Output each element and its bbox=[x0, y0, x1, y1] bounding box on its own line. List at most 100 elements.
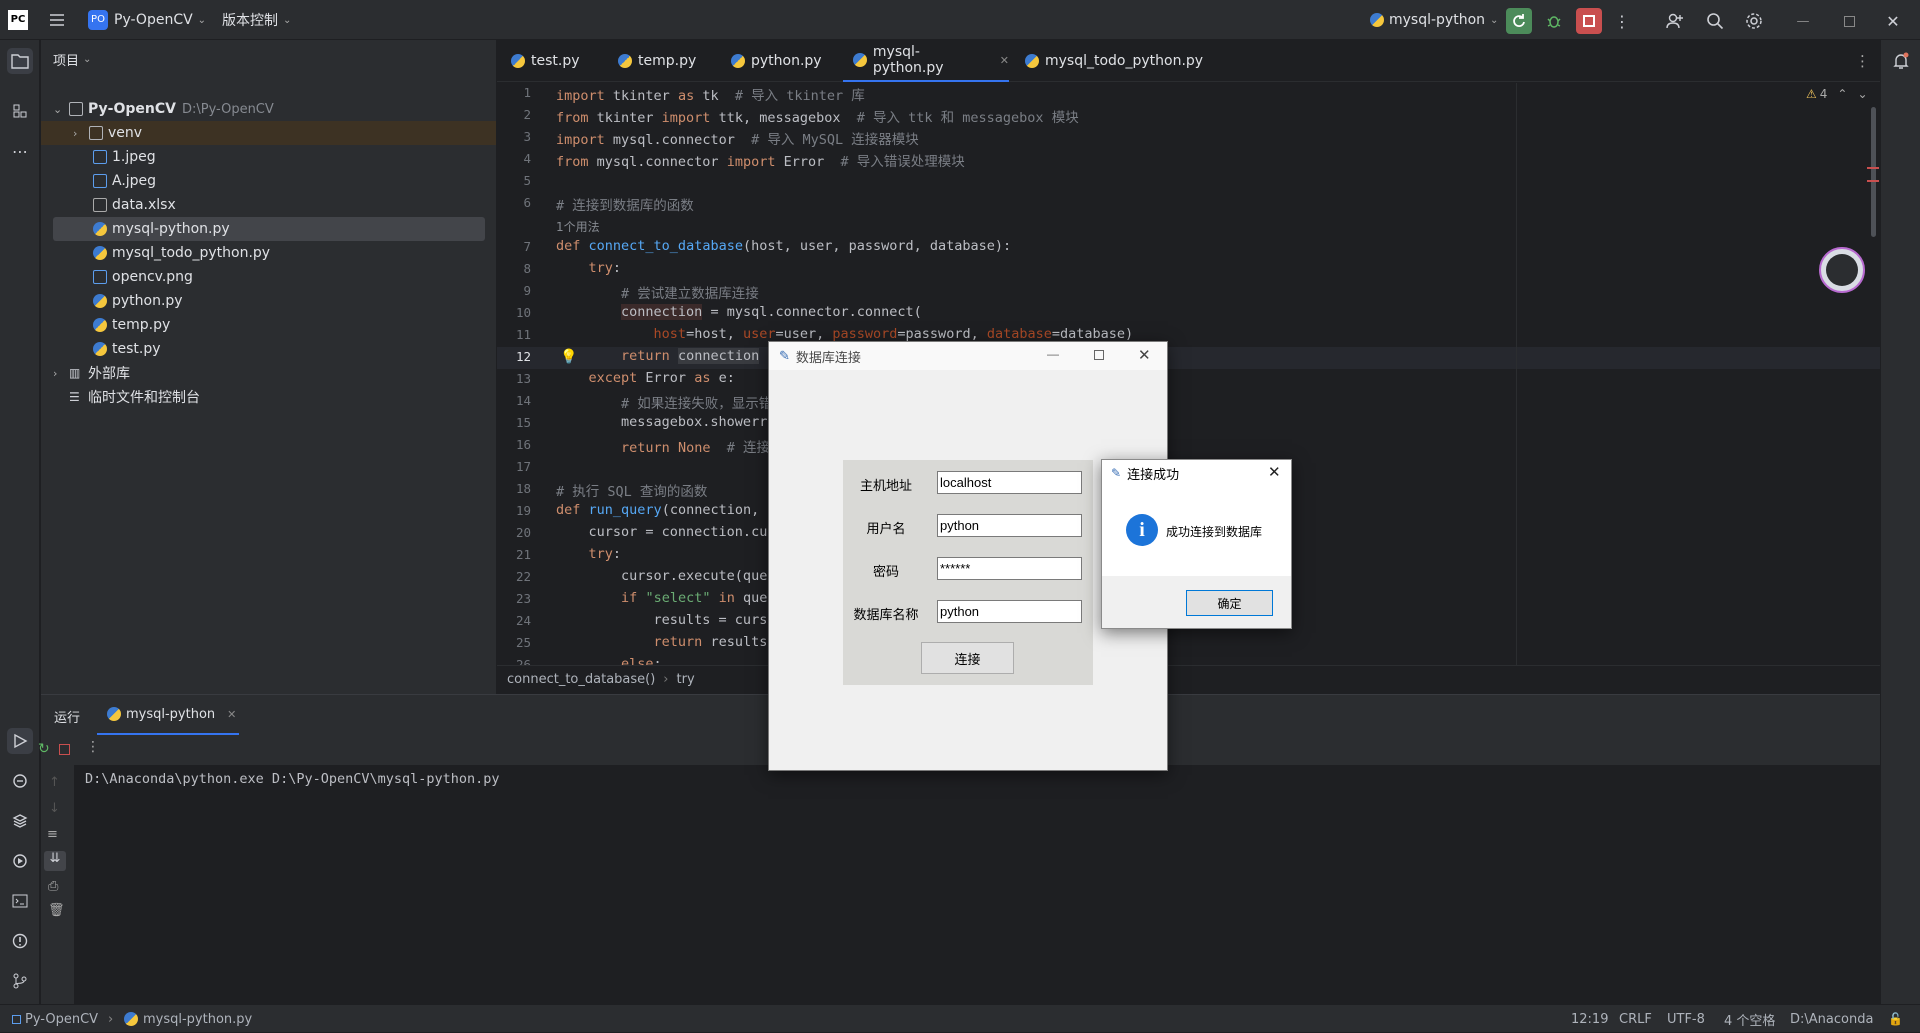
close-window-button[interactable]: ✕ bbox=[1880, 8, 1906, 34]
run-tool-button[interactable] bbox=[7, 728, 33, 754]
python-console-icon bbox=[13, 774, 27, 788]
file-encoding[interactable]: UTF-8 bbox=[1667, 1005, 1705, 1033]
tree-item-test-py[interactable]: test.py bbox=[53, 337, 485, 361]
python-file-icon bbox=[93, 342, 107, 356]
inspection-widget[interactable]: ⚠ 4 ⌃ ⌄ bbox=[1806, 87, 1868, 101]
rerun-button[interactable] bbox=[1506, 8, 1532, 34]
lightbulb-icon[interactable]: 💡 bbox=[560, 349, 577, 365]
vertical-dots-icon: ⋮ bbox=[1614, 11, 1630, 31]
trash-icon[interactable]: 🗑 bbox=[48, 903, 65, 918]
minimize-icon[interactable]: — bbox=[1047, 347, 1059, 361]
scroll-to-end-icon[interactable]: ⇊ bbox=[44, 851, 66, 871]
editor-scrollbar[interactable] bbox=[1871, 107, 1876, 237]
password-input[interactable] bbox=[937, 557, 1082, 580]
tree-root[interactable]: ⌄ Py-OpenCV D:\Py-OpenCV bbox=[53, 97, 485, 121]
debug-button[interactable] bbox=[1541, 8, 1567, 34]
search-button[interactable] bbox=[1702, 8, 1728, 34]
code-line: def run_query(connection, q bbox=[556, 502, 776, 518]
tree-item-scratches[interactable]: ☰ 临时文件和控制台 bbox=[53, 385, 485, 409]
python-file-icon bbox=[93, 222, 107, 236]
tree-item-venv[interactable]: › venv bbox=[41, 121, 496, 145]
tree-item-temp-py[interactable]: temp.py bbox=[53, 313, 485, 337]
add-user-button[interactable] bbox=[1662, 8, 1688, 34]
more-tools-button[interactable]: ⋯ bbox=[7, 138, 33, 164]
usage-hint[interactable]: 1个用法 bbox=[556, 218, 600, 235]
vertical-dots-icon[interactable]: ⋮ bbox=[86, 739, 100, 755]
project-selector[interactable]: PO Py-OpenCV ⌄ bbox=[88, 0, 206, 40]
stop-button[interactable] bbox=[1576, 8, 1602, 34]
maximize-icon[interactable] bbox=[1094, 350, 1104, 360]
close-icon[interactable]: ✕ bbox=[227, 708, 236, 721]
python-file-icon bbox=[1025, 54, 1039, 68]
vcs-menu[interactable]: 版本控制 ⌄ bbox=[222, 0, 291, 40]
layers-tool-button[interactable] bbox=[7, 808, 33, 834]
tree-item-mysql-todo-python[interactable]: mysql_todo_python.py bbox=[53, 241, 485, 265]
tab-test-py[interactable]: test.py bbox=[511, 40, 580, 82]
tabs-more-button[interactable]: ⋮ bbox=[1855, 40, 1870, 82]
project-tool-button[interactable] bbox=[7, 48, 33, 74]
tree-item-opencv-png[interactable]: opencv.png bbox=[53, 265, 485, 289]
settings-button[interactable] bbox=[1741, 8, 1767, 34]
services-tool-button[interactable] bbox=[7, 848, 33, 874]
breadcrumb-item[interactable]: connect_to_database() bbox=[507, 672, 655, 687]
tab-temp-py[interactable]: temp.py bbox=[618, 40, 696, 82]
tree-item-data-xlsx[interactable]: data.xlsx bbox=[53, 193, 485, 217]
code-line: except Error as e: bbox=[588, 370, 735, 386]
unknown-file-icon bbox=[93, 198, 107, 212]
indent-setting[interactable]: 4 个空格 bbox=[1724, 1005, 1775, 1033]
close-icon[interactable]: ✕ bbox=[1000, 54, 1009, 67]
python-interpreter[interactable]: D:\Anaconda bbox=[1790, 1005, 1873, 1033]
tree-item-a-jpeg[interactable]: A.jpeg bbox=[53, 169, 485, 193]
chevron-up-icon[interactable]: ⌃ bbox=[1837, 87, 1847, 101]
tab-python-py[interactable]: python.py bbox=[731, 40, 822, 82]
structure-tool-button[interactable] bbox=[7, 98, 33, 124]
stop-icon[interactable] bbox=[59, 744, 70, 755]
arrow-down-icon[interactable]: ↓ bbox=[49, 801, 60, 816]
project-panel-header[interactable]: 项目 ⌄ bbox=[53, 50, 91, 69]
tab-mysql-python[interactable]: mysql-python.py ✕ bbox=[843, 40, 1009, 82]
python-packages-button[interactable] bbox=[7, 768, 33, 794]
line-separator[interactable]: CRLF bbox=[1619, 1005, 1652, 1033]
ok-button[interactable]: 确定 bbox=[1186, 590, 1273, 616]
tree-item-external-libs[interactable]: › ▥ 外部库 bbox=[53, 361, 485, 385]
soft-wrap-icon[interactable]: ≡ bbox=[47, 827, 58, 842]
tab-mysql-todo-python[interactable]: mysql_todo_python.py bbox=[1025, 40, 1203, 82]
minimize-window-button[interactable]: — bbox=[1790, 8, 1816, 34]
problems-tool-button[interactable] bbox=[7, 928, 33, 954]
connect-button[interactable]: 连接 bbox=[921, 642, 1014, 674]
breadcrumb-item[interactable]: try bbox=[677, 672, 695, 687]
message-box-titlebar[interactable]: ✎ 连接成功 ✕ bbox=[1102, 460, 1291, 486]
arrow-up-icon[interactable]: ↑ bbox=[49, 775, 60, 790]
lock-icon[interactable]: 🔓 bbox=[1888, 1005, 1903, 1033]
structure-icon bbox=[13, 104, 27, 118]
tree-item-mysql-python[interactable]: mysql-python.py bbox=[53, 217, 485, 241]
error-stripe-marker[interactable] bbox=[1867, 180, 1879, 182]
database-input[interactable] bbox=[937, 600, 1082, 623]
chevron-down-icon[interactable]: ⌄ bbox=[1857, 87, 1867, 101]
close-icon[interactable]: ✕ bbox=[1268, 463, 1281, 481]
print-icon[interactable]: ⎙ bbox=[48, 879, 58, 894]
tree-item-python-py[interactable]: python.py bbox=[53, 289, 485, 313]
pycharm-logo-icon[interactable]: PC bbox=[8, 0, 28, 40]
run-tab-mysql-python[interactable]: mysql-python ✕ bbox=[97, 695, 239, 735]
notifications-button[interactable] bbox=[1888, 48, 1914, 74]
tree-item-1-jpeg[interactable]: 1.jpeg bbox=[53, 145, 485, 169]
close-icon[interactable]: ✕ bbox=[1138, 346, 1151, 364]
more-actions-button[interactable]: ⋮ bbox=[1609, 8, 1635, 34]
line-number: 24 bbox=[515, 613, 531, 628]
user-input[interactable] bbox=[937, 514, 1082, 537]
rerun-icon[interactable]: ↻ bbox=[38, 741, 50, 757]
caret-position[interactable]: 12:19 bbox=[1571, 1005, 1608, 1033]
ai-assistant-button[interactable] bbox=[1819, 247, 1865, 293]
status-file[interactable]: mysql-python.py bbox=[124, 1005, 252, 1033]
main-menu-icon[interactable] bbox=[48, 0, 66, 40]
host-input[interactable] bbox=[937, 471, 1082, 494]
status-project[interactable]: Py-OpenCV bbox=[12, 1005, 98, 1033]
run-config-selector[interactable]: mysql-python ⌄ bbox=[1370, 0, 1498, 40]
restore-window-button[interactable] bbox=[1836, 8, 1862, 34]
tk-window-titlebar[interactable]: ✎ 数据库连接 — ✕ bbox=[769, 342, 1167, 370]
info-icon: i bbox=[1126, 514, 1158, 546]
terminal-tool-button[interactable] bbox=[7, 888, 33, 914]
git-tool-button[interactable] bbox=[7, 968, 33, 994]
error-stripe-marker[interactable] bbox=[1867, 167, 1879, 169]
